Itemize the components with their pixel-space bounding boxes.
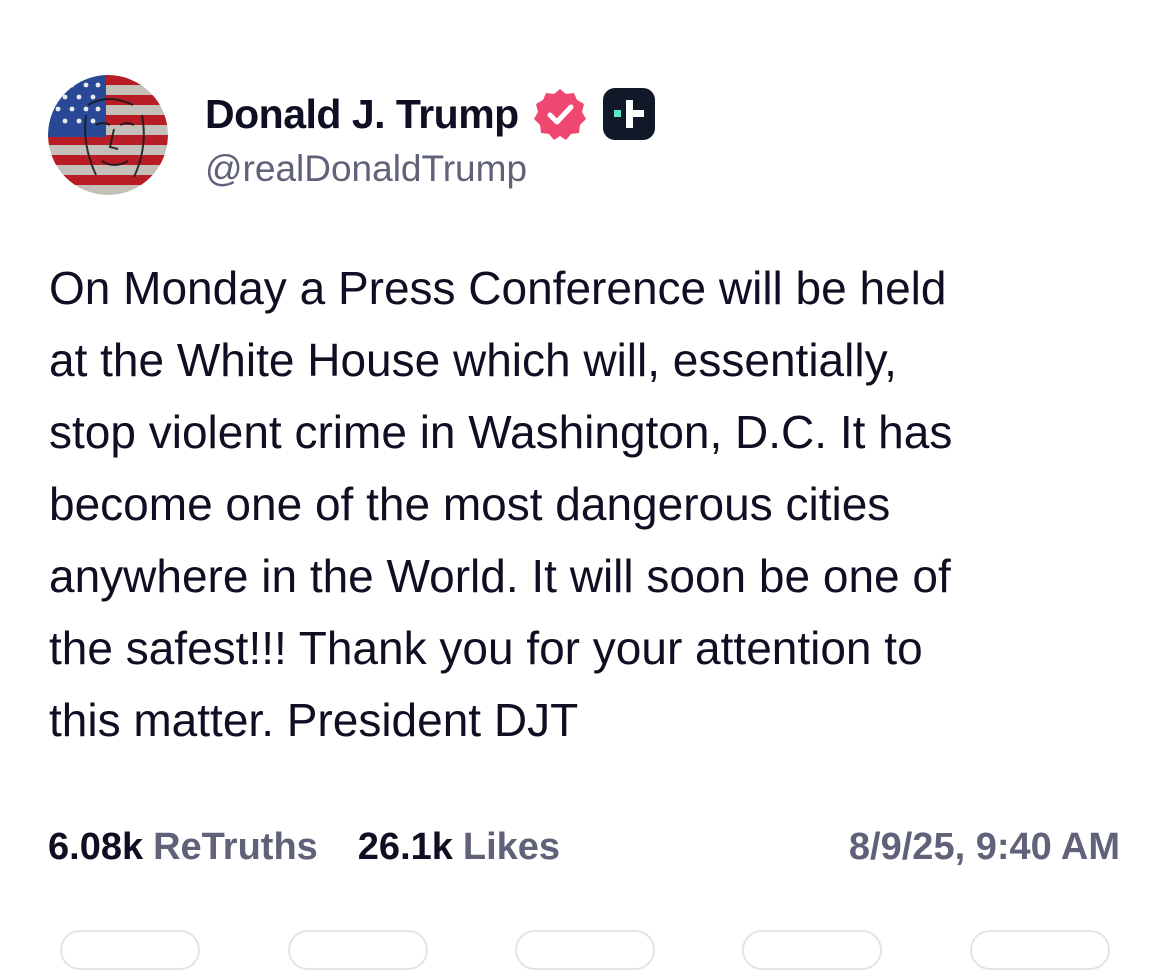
post-action-bar — [0, 930, 1170, 970]
flag-portrait-avatar-icon — [48, 75, 168, 195]
retruths-stat[interactable]: 6.08k ReTruths — [48, 826, 318, 869]
author-display-name[interactable]: Donald J. Trump — [205, 91, 519, 138]
likes-stat[interactable]: 26.1k Likes — [358, 826, 560, 869]
truth-plus-icon — [601, 86, 657, 142]
post-text: On Monday a Press Conference will be hel… — [49, 262, 953, 746]
likes-count: 26.1k — [357, 825, 453, 868]
author-name-row: Donald J. Trump — [205, 86, 657, 142]
likes-label: Likes — [462, 825, 561, 868]
post-timestamp: 8/9/25, 9:40 AM — [848, 826, 1120, 868]
reply-button[interactable] — [60, 930, 200, 970]
post-card: Donald J. Trump @realDonaldTrump On Mond… — [0, 0, 1170, 970]
retruths-count: 6.08k — [48, 825, 144, 868]
retruths-label: ReTruths — [153, 825, 318, 868]
share-button[interactable] — [742, 930, 882, 970]
more-button[interactable] — [970, 930, 1110, 970]
author-avatar[interactable] — [48, 75, 168, 195]
retruth-button[interactable] — [288, 930, 428, 970]
author-handle[interactable]: @realDonaldTrump — [205, 148, 527, 190]
like-button[interactable] — [515, 930, 655, 970]
verified-badge-icon — [533, 87, 587, 141]
post-stats: 6.08k ReTruths 26.1k Likes — [48, 822, 560, 872]
